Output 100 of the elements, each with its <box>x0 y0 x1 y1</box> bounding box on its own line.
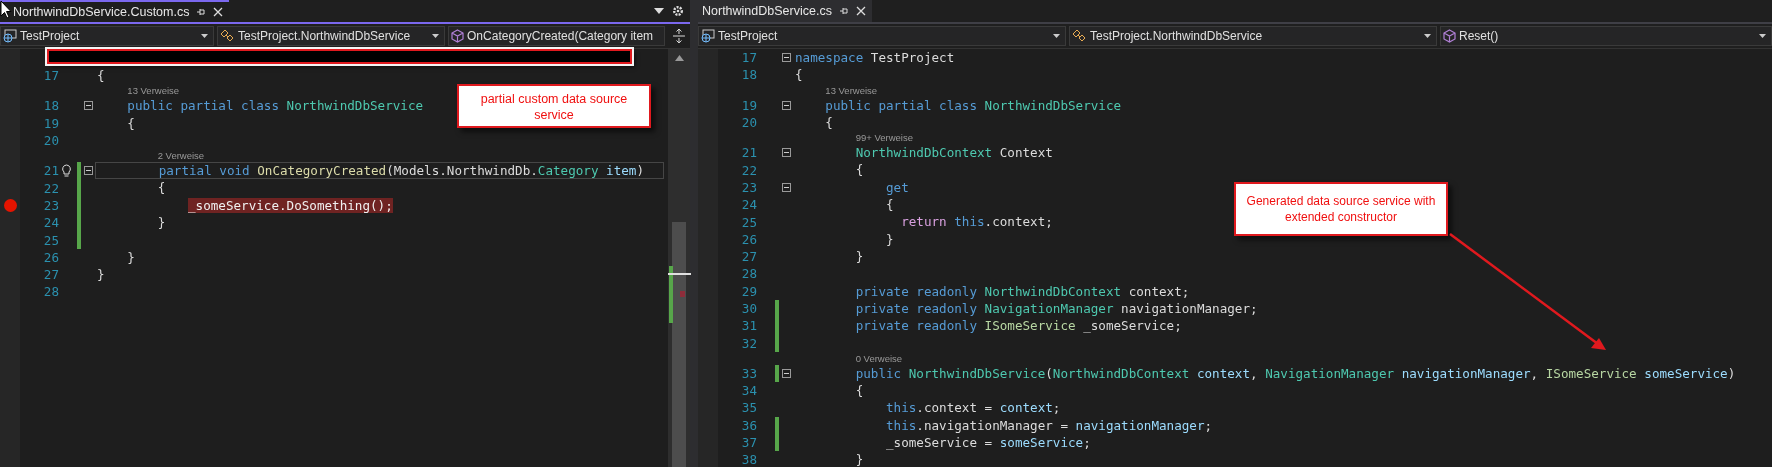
class-icon <box>220 29 236 43</box>
line-number: 19 <box>740 97 757 113</box>
collapse-icon[interactable] <box>781 100 791 110</box>
line-number: 36 <box>740 417 757 433</box>
line-number: 19 <box>42 115 59 131</box>
navigation-dropdown[interactable]: TestProject <box>0 26 215 46</box>
code-line: { <box>855 383 864 399</box>
code-line: NorthwindDbContext Context <box>855 145 1053 161</box>
collapse-icon[interactable] <box>781 148 791 158</box>
split-icon[interactable] <box>673 29 685 43</box>
line-number: 21 <box>42 163 59 179</box>
collapse-icon[interactable] <box>83 166 93 176</box>
code-line: { <box>97 68 105 83</box>
line-number: 25 <box>740 214 757 230</box>
scroll-thumb[interactable] <box>672 222 686 467</box>
code-line: { <box>157 180 166 196</box>
line-number: 24 <box>740 197 757 213</box>
code-line: { <box>825 114 833 130</box>
code-line: namespace TestProject <box>795 50 955 65</box>
caret-icon <box>201 34 209 38</box>
lightbulb-icon[interactable] <box>60 164 72 178</box>
line-number: 27 <box>42 267 59 283</box>
line-number: 29 <box>740 283 757 299</box>
cube-icon <box>451 29 465 43</box>
callout-note: partial custom data source service <box>457 84 651 128</box>
line-number: 25 <box>42 232 59 248</box>
line-number: 35 <box>740 400 757 416</box>
line-number: 26 <box>42 249 59 265</box>
line-number: 23 <box>42 197 59 213</box>
code-line: { <box>855 162 864 178</box>
caret-icon <box>1759 34 1766 38</box>
callout-note: Generated data source service with extended constructor <box>1234 182 1448 236</box>
reference-count[interactable]: 13 Verweise <box>127 84 180 98</box>
code-line: return this.context; <box>901 214 1053 230</box>
line-number: 34 <box>740 383 757 399</box>
breakpoint-icon[interactable] <box>3 198 17 212</box>
line-number: 18 <box>740 67 757 83</box>
code-line: } <box>855 452 864 467</box>
code-line: this.context = context; <box>886 400 1061 416</box>
line-number: 18 <box>42 98 59 114</box>
cube-icon <box>1443 29 1456 43</box>
navigation-dropdown[interactable]: OnCategoryCreated(Category item <box>448 26 666 46</box>
line-number: 22 <box>42 180 59 196</box>
code-line: public NorthwindDbService(NorthwindDbContext context, NavigationManager navigationManager, ISomeService someService) <box>855 365 1736 381</box>
navigation-dropdown[interactable]: TestProject <box>698 26 1066 46</box>
line-number: 22 <box>740 162 757 178</box>
line-number: 33 <box>740 365 757 381</box>
line-number: 30 <box>740 301 757 316</box>
collapse-icon[interactable] <box>83 101 93 111</box>
dropdown-icon[interactable] <box>654 8 664 14</box>
collapse-icon[interactable] <box>781 368 791 378</box>
code-line: _someService = someService; <box>886 434 1091 450</box>
line-number: 26 <box>740 231 757 247</box>
caret-icon <box>1424 34 1431 38</box>
code-line: } <box>157 215 166 231</box>
breakpoint-marker <box>680 291 685 297</box>
line-number: 31 <box>740 318 757 334</box>
line-number: 21 <box>740 145 757 161</box>
line-number: 20 <box>740 115 757 131</box>
line-number: 32 <box>740 335 757 351</box>
line-number: 23 <box>740 179 757 195</box>
class-icon <box>1072 29 1087 43</box>
reference-count[interactable]: 0 Verweise <box>855 351 903 365</box>
caret-position-marker <box>668 273 691 275</box>
document-tab[interactable]: NorthwindDbService.cs <box>698 0 872 22</box>
code-line: private readonly ISomeService _someService; <box>855 318 1182 334</box>
line-number: 28 <box>42 284 59 300</box>
line-number: 17 <box>740 50 757 66</box>
mouse-cursor-icon <box>0 0 12 19</box>
navigation-dropdown[interactable]: TestProject.NorthwindDbService <box>217 26 446 46</box>
line-number: 24 <box>42 215 59 231</box>
code-line: { <box>127 115 135 131</box>
line-number: 37 <box>740 435 757 451</box>
collapse-icon[interactable] <box>781 53 791 63</box>
close-icon[interactable] <box>213 7 224 17</box>
pin-icon[interactable] <box>838 6 849 16</box>
reference-count[interactable]: 2 Verweise <box>157 149 205 163</box>
scrollbar[interactable] <box>668 49 690 467</box>
navigation-dropdown[interactable]: Reset() <box>1440 26 1772 46</box>
code-line: { <box>886 197 894 213</box>
navigation-dropdown[interactable]: TestProject.NorthwindDbService <box>1069 26 1437 46</box>
close-icon[interactable] <box>855 6 866 16</box>
reference-count[interactable]: 13 Verweise <box>825 83 878 97</box>
line-number: 38 <box>740 452 757 467</box>
code-line: public partial class NorthwindDbService <box>825 97 1122 113</box>
line-number: 17 <box>42 68 59 84</box>
scroll-up-icon[interactable] <box>674 55 684 61</box>
settings-icon[interactable] <box>672 5 684 17</box>
collapse-icon[interactable] <box>781 182 791 192</box>
code-line: private readonly NorthwindDbContext context; <box>855 283 1190 299</box>
code-line: } <box>855 248 864 264</box>
code-line: } <box>886 231 894 247</box>
line-number: 20 <box>42 133 59 149</box>
pin-icon[interactable] <box>196 7 207 17</box>
code-line: private readonly NavigationManager navigationManager; <box>855 300 1258 316</box>
line-number: 27 <box>740 249 757 265</box>
globe-icon <box>701 29 715 43</box>
caret-icon <box>1053 34 1060 38</box>
code-line: } <box>97 266 105 282</box>
reference-count[interactable]: 99+ Verweise <box>855 131 913 145</box>
